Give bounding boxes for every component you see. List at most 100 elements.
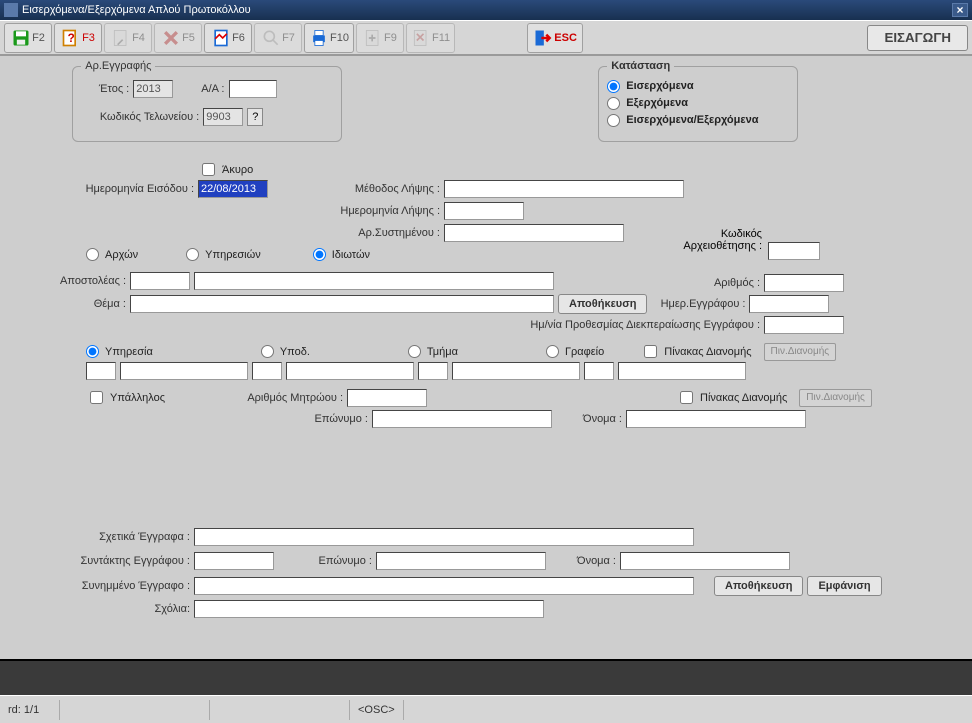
dist-table2-button: Πιν.Διανομής bbox=[799, 389, 872, 407]
sb-empty2 bbox=[210, 700, 350, 720]
svg-text:?: ? bbox=[68, 32, 75, 45]
toolbar-f11: F11 bbox=[406, 23, 455, 53]
form-content: Αρ.Εγγραφής Έτος : Α/Α : Κωδικός Τελωνεί… bbox=[0, 56, 972, 656]
number-label: Αριθμός : bbox=[700, 277, 760, 289]
office-code-field[interactable] bbox=[584, 362, 614, 380]
void-label: Άκυρο bbox=[222, 164, 253, 176]
save2-button[interactable]: Αποθήκευση bbox=[714, 576, 803, 596]
surname-label: Επώνυμο : bbox=[300, 413, 368, 425]
sender-priv-radio[interactable] bbox=[313, 248, 326, 261]
sender-auth-radio[interactable] bbox=[86, 248, 99, 261]
sysno-label: Αρ.Συστημένου : bbox=[330, 227, 440, 239]
osc-cell: <OSC> bbox=[350, 700, 404, 720]
entry-date-field[interactable] bbox=[198, 180, 268, 198]
comments-field[interactable] bbox=[194, 600, 544, 618]
show-button[interactable]: Εμφάνιση bbox=[807, 576, 881, 596]
author-field[interactable] bbox=[194, 552, 274, 570]
toolbar-f5: F5 bbox=[154, 23, 202, 53]
aa-field[interactable] bbox=[229, 80, 277, 98]
recv-method-field[interactable] bbox=[444, 180, 684, 198]
doc-date-field[interactable] bbox=[749, 295, 829, 313]
toolbar-f4: F4 bbox=[104, 23, 152, 53]
toolbar-f10[interactable]: F10 bbox=[304, 23, 354, 53]
number-field[interactable] bbox=[764, 274, 844, 292]
toolbar-f3[interactable]: ? F3 bbox=[54, 23, 102, 53]
author-label: Συντάκτης Εγγράφου : bbox=[60, 555, 190, 567]
route-service-radio[interactable] bbox=[86, 345, 99, 358]
office-name-field[interactable] bbox=[618, 362, 746, 380]
sender-serv-radio[interactable] bbox=[186, 248, 199, 261]
arch-code-field[interactable] bbox=[768, 242, 820, 260]
year-label: Έτος : bbox=[89, 83, 129, 95]
close-icon[interactable]: × bbox=[952, 3, 968, 17]
aa-label: Α/Α : bbox=[201, 83, 224, 95]
arch-code-label: Κωδικός Αρχειοθέτησης : bbox=[650, 228, 762, 252]
author-name-label: Όνομα : bbox=[566, 555, 616, 567]
dark-strip bbox=[0, 659, 972, 695]
attached-label: Συνημμένο Έγγραφο : bbox=[60, 580, 190, 592]
year-field[interactable] bbox=[133, 80, 173, 98]
save-icon bbox=[11, 28, 31, 48]
sender-name-field[interactable] bbox=[194, 272, 554, 290]
subdiv-name-field[interactable] bbox=[286, 362, 414, 380]
related-field[interactable] bbox=[194, 528, 694, 546]
regno-label: Αριθμός Μητρώου : bbox=[233, 392, 343, 404]
delete-doc-icon bbox=[411, 28, 431, 48]
name-field[interactable] bbox=[626, 410, 806, 428]
deadline-field[interactable] bbox=[764, 316, 844, 334]
customs-help-button[interactable]: ? bbox=[247, 108, 263, 126]
customs-field[interactable] bbox=[203, 108, 243, 126]
toolbar-f9: F9 bbox=[356, 23, 404, 53]
author-surname-label: Επώνυμο : bbox=[302, 555, 372, 567]
sb-empty1 bbox=[60, 700, 210, 720]
save-button[interactable]: Αποθήκευση bbox=[558, 294, 647, 314]
window-title: Εισερχόμενα/Εξερχόμενα Απλού Πρωτοκόλλου bbox=[22, 0, 952, 20]
recv-date-field[interactable] bbox=[444, 202, 524, 220]
route-office-radio[interactable] bbox=[546, 345, 559, 358]
employee-checkbox[interactable] bbox=[90, 391, 103, 404]
name-label: Όνομα : bbox=[572, 413, 622, 425]
sysno-field[interactable] bbox=[444, 224, 624, 242]
surname-field[interactable] bbox=[372, 410, 552, 428]
author-name-field[interactable] bbox=[620, 552, 790, 570]
status-incoming-radio[interactable] bbox=[607, 80, 620, 93]
void-checkbox[interactable] bbox=[202, 163, 215, 176]
status-outgoing-radio[interactable] bbox=[607, 97, 620, 110]
route-dept-radio[interactable] bbox=[408, 345, 421, 358]
toolbar-esc[interactable]: ESC bbox=[527, 23, 583, 53]
mode-button[interactable]: ΕΙΣΑΓΩΓΗ bbox=[867, 25, 968, 51]
dist-table-checkbox[interactable] bbox=[644, 345, 657, 358]
recv-date-label: Ημερομηνία Λήψης : bbox=[330, 205, 440, 217]
sender-code-field[interactable] bbox=[130, 272, 190, 290]
help-icon: ? bbox=[61, 28, 81, 48]
attached-field[interactable] bbox=[194, 577, 694, 595]
service-name-field[interactable] bbox=[120, 362, 248, 380]
subject-field[interactable] bbox=[130, 295, 554, 313]
dist-table2-checkbox[interactable] bbox=[680, 391, 693, 404]
app-icon bbox=[4, 3, 18, 17]
add-doc-icon bbox=[363, 28, 383, 48]
toolbar-f2[interactable]: F2 bbox=[4, 23, 52, 53]
doc-icon bbox=[111, 28, 131, 48]
status-legend: Κατάσταση bbox=[607, 60, 674, 72]
regno-field[interactable] bbox=[347, 389, 427, 407]
dept-name-field[interactable] bbox=[452, 362, 580, 380]
doc-date-label: Ημερ.Εγγράφου : bbox=[655, 298, 745, 310]
route-subdiv-radio[interactable] bbox=[261, 345, 274, 358]
service-code-field[interactable] bbox=[86, 362, 116, 380]
status-both-radio[interactable] bbox=[607, 114, 620, 127]
recv-method-label: Μέθοδος Λήψης : bbox=[330, 183, 440, 195]
toolbar-f6[interactable]: F6 bbox=[204, 23, 252, 53]
comments-label: Σχόλια: bbox=[60, 603, 190, 615]
dept-code-field[interactable] bbox=[418, 362, 448, 380]
zoom-icon bbox=[261, 28, 281, 48]
subdiv-code-field[interactable] bbox=[252, 362, 282, 380]
exit-icon bbox=[533, 28, 553, 48]
employee-label: Υπάλληλος bbox=[110, 392, 165, 404]
customs-label: Κωδικός Τελωνείου : bbox=[89, 111, 199, 123]
subject-label: Θέμα : bbox=[54, 298, 126, 310]
toolbar-f7: F7 bbox=[254, 23, 302, 53]
author-surname-field[interactable] bbox=[376, 552, 546, 570]
cancel-icon bbox=[161, 28, 181, 48]
record-cell: rd: 1/1 bbox=[0, 700, 60, 720]
